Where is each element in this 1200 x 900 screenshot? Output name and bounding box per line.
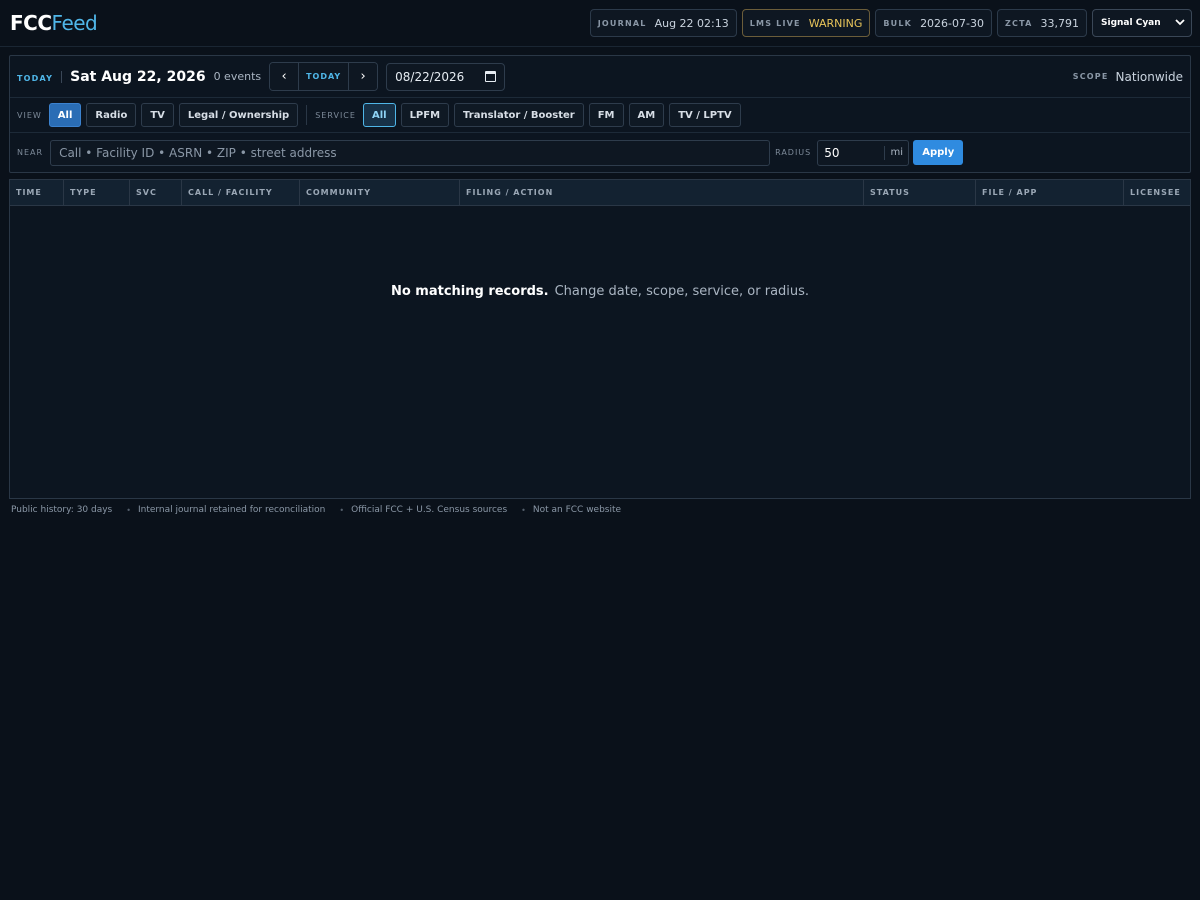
- calendar-icon[interactable]: [485, 71, 497, 82]
- view-tv-chip[interactable]: TV: [141, 103, 174, 127]
- scope-value: Nationwide: [1115, 69, 1183, 84]
- service-lpfm-chip[interactable]: LPFM: [400, 103, 450, 127]
- footer-sources: Official FCC + U.S. Census sources: [351, 505, 508, 515]
- date-nav: ‹ TODAY ›: [269, 62, 379, 91]
- service-translator-chip[interactable]: Translator / Booster: [454, 103, 584, 127]
- footer-journal: Internal journal retained for reconcilia…: [137, 505, 326, 515]
- service-all-chip[interactable]: All: [362, 103, 396, 127]
- service-label: SERVICE: [315, 110, 356, 120]
- top-bar: FCCFeed JOURNAL Aug 22 02:13 LMS LIVE WA…: [0, 0, 1200, 47]
- column-header-svc[interactable]: SVC: [130, 180, 182, 205]
- app-logo[interactable]: FCCFeed: [10, 11, 98, 35]
- view-all-chip[interactable]: All: [48, 103, 82, 127]
- zcta-label: ZCTA: [1005, 18, 1033, 28]
- date-input-value: 08/22/2026: [395, 69, 465, 84]
- bullet-icon: •: [339, 505, 345, 515]
- service-am-chip[interactable]: AM: [628, 103, 665, 127]
- date-toolbar: TODAY Sat Aug 22, 2026 0 events ‹ TODAY …: [10, 56, 1190, 98]
- table-header: TIME TYPE SVC CALL / FACILITY COMMUNITY …: [10, 180, 1190, 206]
- footer: Public history: 30 days • Internal journ…: [11, 505, 621, 515]
- near-search-input[interactable]: Call • Facility ID • ASRN • ZIP • street…: [50, 139, 771, 166]
- view-label: VIEW: [17, 110, 42, 120]
- radius-value[interactable]: 50: [818, 146, 884, 160]
- bullet-icon: •: [126, 505, 131, 515]
- lms-live-label: LMS LIVE: [749, 18, 801, 28]
- column-header-time[interactable]: TIME: [10, 180, 64, 205]
- near-label: NEAR: [17, 148, 44, 157]
- today-tag: TODAY: [17, 73, 54, 83]
- column-header-licensee[interactable]: LICENSEE: [1124, 180, 1190, 205]
- lms-live-value: WARNING: [808, 16, 863, 30]
- column-header-community[interactable]: COMMUNITY: [300, 180, 460, 205]
- divider: [61, 70, 63, 83]
- empty-state-hint: Change date, scope, service, or radius.: [554, 284, 810, 299]
- logo-feed: Feed: [51, 11, 98, 35]
- footer-disclaimer: Not an FCC website: [532, 505, 622, 515]
- service-tv-lptv-chip[interactable]: TV / LPTV: [669, 103, 741, 127]
- empty-state-title: No matching records.: [390, 284, 549, 299]
- today-button[interactable]: TODAY: [298, 63, 350, 90]
- radius-unit: mi: [884, 145, 908, 160]
- chevron-down-icon: [1175, 18, 1185, 29]
- view-radio-chip[interactable]: Radio: [86, 103, 137, 127]
- scope-label: SCOPE: [1072, 72, 1109, 81]
- lms-live-status: LMS LIVE WARNING: [741, 9, 871, 37]
- column-header-call-facility[interactable]: CALL / FACILITY: [182, 180, 300, 205]
- scope-indicator: SCOPE Nationwide: [1073, 70, 1183, 84]
- date-title: Sat Aug 22, 2026: [70, 68, 206, 85]
- prev-day-button[interactable]: ‹: [270, 63, 299, 90]
- control-panel: TODAY Sat Aug 22, 2026 0 events ‹ TODAY …: [9, 55, 1191, 173]
- search-row: NEAR Call • Facility ID • ASRN • ZIP • s…: [10, 133, 1190, 172]
- apply-button[interactable]: Apply: [913, 140, 964, 165]
- bulk-value: 2026-07-30: [920, 16, 984, 30]
- results-table: TIME TYPE SVC CALL / FACILITY COMMUNITY …: [9, 179, 1191, 499]
- next-day-button[interactable]: ›: [349, 63, 378, 90]
- theme-select[interactable]: Signal Cyan: [1092, 9, 1192, 37]
- column-header-type[interactable]: TYPE: [64, 180, 130, 205]
- view-legal-chip[interactable]: Legal / Ownership: [178, 103, 299, 127]
- zcta-value: 33,791: [1040, 16, 1080, 30]
- bulk-label: BULK: [883, 18, 913, 28]
- bulk-status: BULK 2026-07-30: [875, 9, 992, 37]
- footer-history: Public history: 30 days: [11, 505, 113, 515]
- column-header-file-app[interactable]: FILE / APP: [976, 180, 1124, 205]
- service-fm-chip[interactable]: FM: [588, 103, 624, 127]
- logo-fcc: FCC: [10, 11, 52, 35]
- journal-label: JOURNAL: [597, 18, 647, 28]
- radius-input[interactable]: 50 mi: [817, 139, 910, 166]
- radius-label: RADIUS: [775, 148, 812, 157]
- theme-select-value: Signal Cyan: [1101, 18, 1161, 28]
- event-count: 0 events: [213, 70, 262, 83]
- filter-row: VIEW All Radio TV Legal / Ownership SERV…: [10, 98, 1190, 133]
- date-input[interactable]: 08/22/2026: [386, 62, 506, 91]
- divider: [306, 105, 308, 125]
- journal-status: JOURNAL Aug 22 02:13: [589, 9, 737, 37]
- empty-state: No matching records. Change date, scope, …: [10, 284, 1190, 299]
- bullet-icon: •: [521, 505, 526, 515]
- column-header-status[interactable]: STATUS: [864, 180, 976, 205]
- journal-value: Aug 22 02:13: [654, 16, 729, 30]
- zcta-status: ZCTA 33,791: [997, 9, 1087, 37]
- column-header-filing-action[interactable]: FILING / ACTION: [460, 180, 864, 205]
